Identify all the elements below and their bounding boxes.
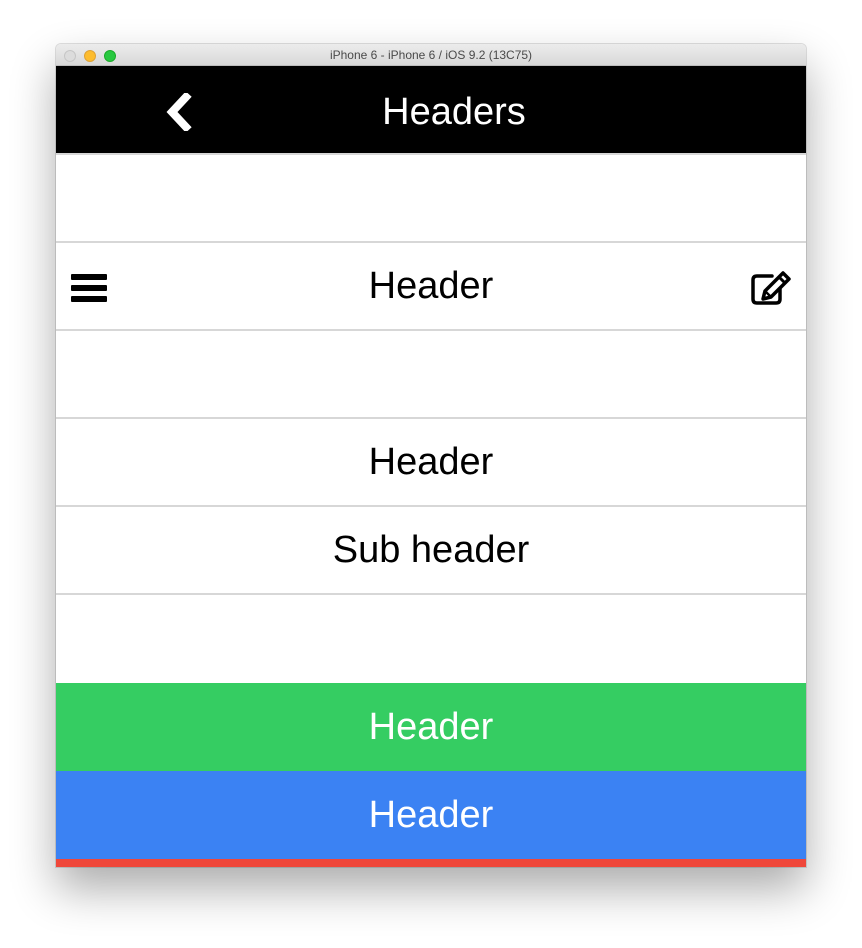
window-title: iPhone 6 - iPhone 6 / iOS 9.2 (13C75) xyxy=(329,48,533,62)
header-title: Header xyxy=(368,706,494,748)
green-header-bar: Header xyxy=(56,683,806,771)
nav-bar: Headers xyxy=(56,66,806,153)
header-title: Header xyxy=(368,794,494,836)
page-title: Headers xyxy=(382,91,526,133)
sub-header-row: Sub header xyxy=(56,505,806,593)
empty-row xyxy=(56,593,806,681)
header-title: Header xyxy=(368,265,494,307)
plain-header-row: Header xyxy=(56,417,806,505)
header-with-icons-row: Header xyxy=(56,241,806,329)
header-title: Header xyxy=(368,441,494,483)
empty-row xyxy=(56,329,806,417)
simulator-window: iPhone 6 - iPhone 6 / iOS 9.2 (13C75) He… xyxy=(56,44,806,867)
edit-icon[interactable] xyxy=(750,270,792,306)
empty-row xyxy=(56,153,806,241)
red-header-bar xyxy=(56,859,806,867)
sub-header-title: Sub header xyxy=(332,529,530,571)
window-titlebar: iPhone 6 - iPhone 6 / iOS 9.2 (13C75) xyxy=(56,44,806,66)
blue-header-bar: Header xyxy=(56,771,806,859)
menu-icon[interactable] xyxy=(71,274,107,302)
